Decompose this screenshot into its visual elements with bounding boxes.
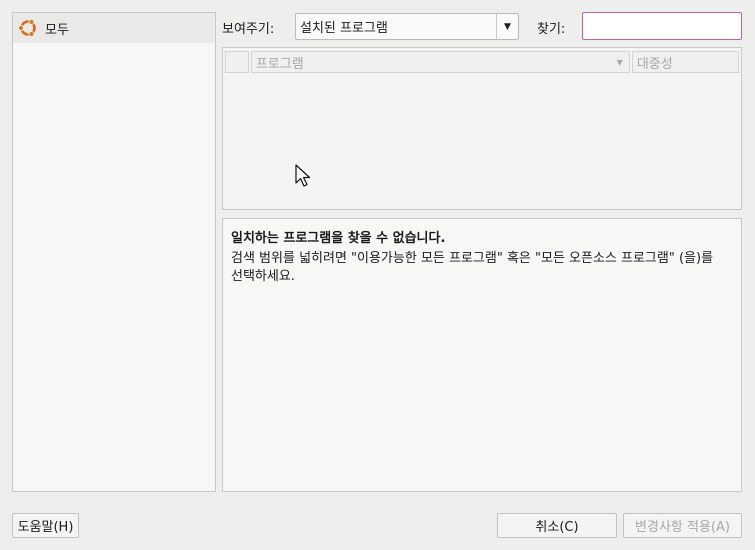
search-label: 찾기:: [537, 22, 566, 37]
program-column-header[interactable]: 프로그램 ▼: [250, 51, 630, 73]
dropdown-arrow-icon: ▼: [496, 14, 518, 39]
no-results-title: 일치하는 프로그램을 찾을 수 없습니다.: [231, 231, 446, 246]
help-button[interactable]: 도움말(H): [12, 513, 79, 538]
description-pane: 일치하는 프로그램을 찾을 수 없습니다. 검색 범위를 넓히려면 "이용가능한…: [222, 218, 742, 492]
sort-arrow-icon: ▼: [616, 57, 623, 67]
apply-changes-button[interactable]: 변경사항 적용(A): [623, 513, 742, 538]
popularity-column-label: 대중성: [636, 56, 673, 72]
show-filter-dropdown[interactable]: 설치된 프로그램 ▼: [295, 13, 519, 40]
category-sidebar: 모두: [12, 12, 216, 492]
list-header: 프로그램 ▼ 대중성: [223, 48, 741, 74]
mouse-pointer-icon: [295, 164, 311, 187]
show-filter-value: 설치된 프로그램: [300, 21, 388, 36]
search-input[interactable]: [590, 15, 755, 37]
installed-column-header[interactable]: [225, 51, 249, 73]
popularity-column-header[interactable]: 대중성: [631, 51, 739, 73]
ubuntu-logo-icon: [18, 18, 36, 38]
show-label: 보여주기:: [222, 22, 275, 37]
search-box[interactable]: [582, 12, 755, 40]
sidebar-item-label: 모두: [45, 22, 69, 38]
cancel-button[interactable]: 취소(C): [497, 513, 617, 538]
program-column-label: 프로그램: [255, 56, 304, 72]
no-results-message: 검색 범위를 넓히려면 "이용가능한 모든 프로그램" 혹은 "모든 오픈소스 …: [231, 251, 714, 284]
sidebar-item-all[interactable]: 모두: [13, 13, 215, 43]
